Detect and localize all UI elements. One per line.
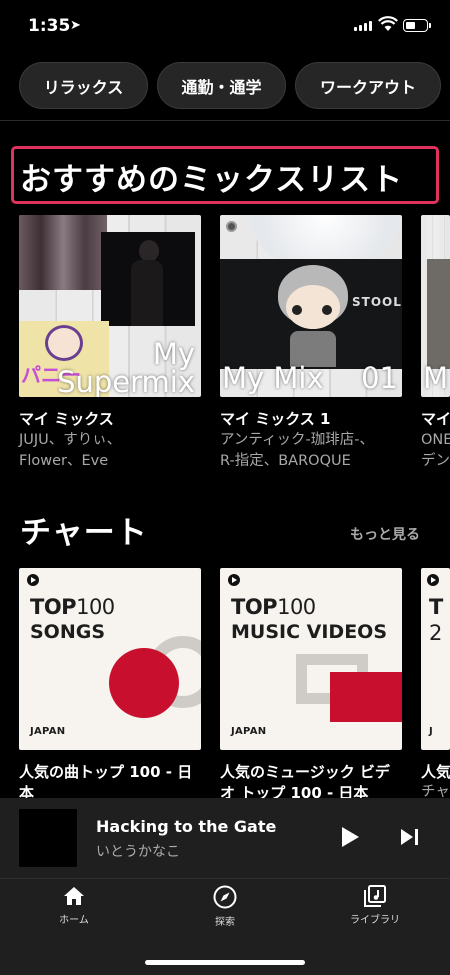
anime-art: STOOL	[220, 259, 402, 369]
play-icon[interactable]	[340, 826, 360, 848]
mix-card-3-sub1: ONE	[421, 432, 450, 448]
status-bar: 1:35 ➤	[0, 0, 450, 52]
mix-card-2-art-line1: My Mix	[222, 361, 324, 395]
chart-card-3-num: 2	[429, 621, 442, 645]
wifi-icon	[378, 16, 398, 31]
battery-icon	[403, 19, 431, 32]
mix-card-2-art-num: 01	[361, 361, 398, 395]
now-playing-artist: いとうかなこ	[96, 844, 180, 860]
mix-card-2-title[interactable]: マイ ミックス 1	[220, 408, 330, 429]
now-playing-thumbnail[interactable]	[19, 809, 77, 867]
status-time: 1:35	[28, 16, 71, 36]
cellular-signal-icon	[354, 21, 372, 31]
more-link[interactable]: もっと見る	[350, 524, 420, 544]
chip-commute[interactable]: 通勤・通学	[157, 62, 286, 109]
mini-player[interactable]: Hacking to the Gate いとうかなこ	[0, 798, 450, 878]
chart-card-3-title1[interactable]: 人気	[421, 761, 450, 782]
library-icon	[364, 885, 386, 907]
skip-next-icon[interactable]	[400, 828, 420, 846]
mix-card-2-sub1: アンティック-珈琲店-、	[220, 432, 375, 448]
chart-card-3-country: J	[429, 726, 434, 737]
tab-home-label: ホーム	[59, 915, 89, 926]
mix-card-1-title[interactable]: マイ ミックス	[19, 408, 114, 429]
mix-card-3-sub2: デン	[421, 453, 450, 469]
compass-icon	[213, 885, 237, 909]
chart-card-2-name: MUSIC VIDEOS	[231, 621, 388, 643]
mix-card-3-title[interactable]: マイ	[421, 408, 450, 429]
mix-card-1-artwork[interactable]: パニー My Supermix	[19, 215, 201, 397]
artist-photo	[101, 232, 195, 326]
location-arrow-icon: ➤	[70, 18, 81, 33]
chart-section-title: チャート	[20, 515, 148, 551]
tab-library-label: ライブラリ	[350, 915, 400, 926]
tab-library[interactable]: ライブラリ	[330, 885, 420, 926]
chart-card-2-title1[interactable]: 人気のミュージック ビデ	[220, 761, 390, 782]
home-icon	[64, 887, 84, 905]
tab-explore[interactable]: 探索	[180, 885, 270, 928]
mix-card-1-art-line2: Supermix	[57, 365, 195, 397]
divider	[0, 120, 450, 121]
mix-card-2-sub2: R-指定、BAROQUE	[220, 453, 351, 469]
tab-explore-label: 探索	[215, 917, 235, 928]
red-circle-shape	[109, 648, 179, 718]
home-indicator	[145, 960, 305, 965]
chart-card-1-title1[interactable]: 人気の曲トップ 100 - 日	[19, 761, 192, 782]
chart-card-2-country: JAPAN	[231, 726, 267, 737]
youtube-logo-icon	[228, 574, 240, 586]
chart-card-1-top: TOP100	[30, 595, 115, 619]
mix-card-3-artwork[interactable]: M	[421, 215, 450, 397]
mix-card-3-art-line1: M	[423, 361, 449, 395]
chart-card-2-top: TOP100	[231, 595, 316, 619]
mix-card-2-artwork[interactable]: STOOL My Mix 01	[220, 215, 402, 397]
chip-relax[interactable]: リラックス	[19, 62, 148, 109]
chart-card-2-artwork[interactable]: TOP100 MUSIC VIDEOS JAPAN	[220, 568, 402, 750]
logo-icon	[226, 221, 237, 232]
chart-card-3-artwork[interactable]: T 2 J	[421, 568, 450, 750]
tab-home[interactable]: ホーム	[29, 885, 119, 926]
youtube-logo-icon	[27, 574, 39, 586]
now-playing-title: Hacking to the Gate	[96, 817, 277, 836]
chart-card-1-name: SONGS	[30, 621, 106, 643]
mix-card-1-sub2: Flower、Eve	[19, 453, 109, 469]
mix-section-title: おすすめのミックスリスト	[20, 162, 404, 198]
mood-chips: リラックス 通勤・通学 ワークアウト	[19, 62, 441, 109]
red-rect-shape	[330, 672, 402, 722]
chart-card-1-artwork[interactable]: TOP100 SONGS JAPAN	[19, 568, 201, 750]
chart-card-1-country: JAPAN	[30, 726, 66, 737]
youtube-logo-icon	[427, 574, 439, 586]
mix-card-1-sub1: JUJU、すりぃ、	[19, 432, 122, 448]
chip-workout[interactable]: ワークアウト	[295, 62, 441, 109]
chart-card-3-top: T	[429, 595, 443, 619]
group-photo	[19, 215, 107, 290]
